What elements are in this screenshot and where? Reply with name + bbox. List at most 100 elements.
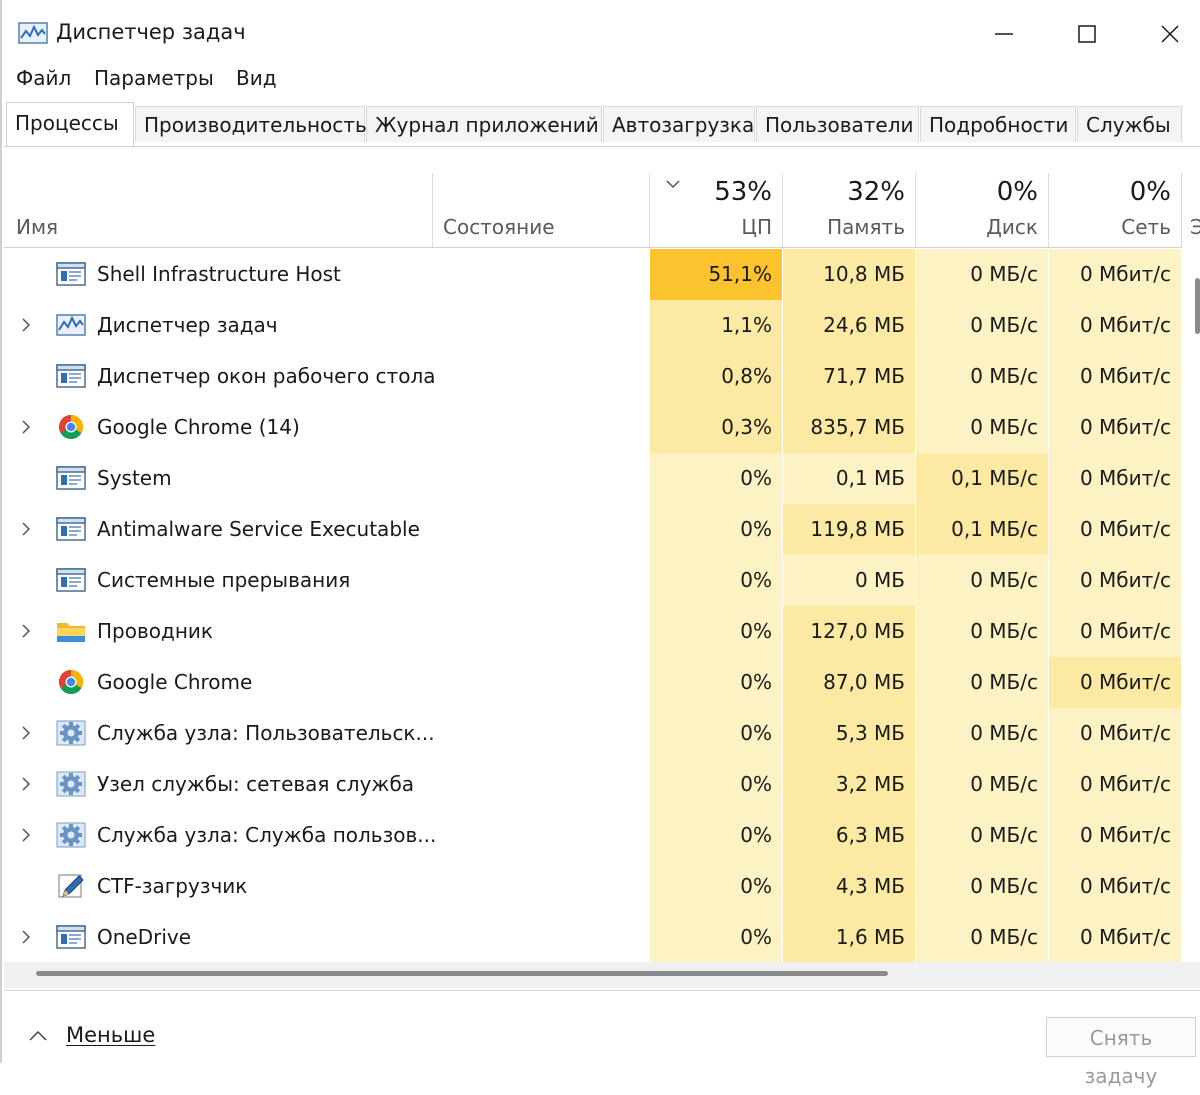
network-total: 0% [1129, 177, 1171, 207]
chevron-right-icon[interactable] [18, 724, 34, 742]
process-name: Диспетчер окон рабочего стола [97, 364, 436, 388]
cpu-cell: 0% [650, 810, 782, 861]
tab-services[interactable]: Службы [1077, 106, 1182, 142]
process-row[interactable]: Системные прерывания 0% 0 МБ 0 МБ/с 0 Мбит/с [4, 555, 1182, 606]
column-disk[interactable]: 0% Диск [916, 147, 1048, 247]
process-row[interactable]: Диспетчер задач 1,1% 24,6 МБ 0 МБ/с 0 Мбит/с [4, 300, 1182, 351]
column-name[interactable]: Имя [4, 147, 432, 247]
cpu-cell: 0,3% [650, 402, 782, 453]
process-row[interactable]: Служба узла: Пользовательск... 0% 5,3 МБ 0 … [4, 708, 1182, 759]
memory-cell: 6,3 МБ [783, 810, 915, 861]
cpu-cell: 0% [650, 555, 782, 606]
column-memory-label: Память [827, 215, 905, 239]
process-row[interactable]: Служба узла: Служба пользов... 0% 6,3 МБ 0 … [4, 810, 1182, 861]
window-app-icon [55, 362, 87, 390]
minimize-button[interactable] [982, 14, 1026, 54]
process-row[interactable]: Google Chrome 0% 87,0 МБ 0 МБ/с 0 Мбит/с [4, 657, 1182, 708]
process-row[interactable]: CTF-загрузчик 0% 4,3 МБ 0 МБ/с 0 Мбит/с [4, 861, 1182, 912]
maximize-button[interactable] [1065, 14, 1109, 54]
memory-cell: 835,7 МБ [783, 402, 915, 453]
memory-cell: 24,6 МБ [783, 300, 915, 351]
window-app-icon [55, 260, 87, 288]
pen-icon [55, 872, 87, 900]
menu-options[interactable]: Параметры [94, 66, 214, 90]
tab-users[interactable]: Пользователи [756, 106, 919, 142]
process-row[interactable]: Диспетчер окон рабочего стола 0,8% 71,7 МБ… [4, 351, 1182, 402]
chevron-right-icon[interactable] [18, 622, 34, 640]
menu-file[interactable]: Файл [16, 66, 71, 90]
column-status[interactable]: Состояние [433, 147, 649, 247]
network-cell: 0 Мбит/с [1049, 351, 1181, 402]
tab-app-history[interactable]: Журнал приложений [366, 106, 602, 142]
chrome-icon [55, 413, 87, 441]
cpu-cell: 51,1% [650, 249, 782, 300]
end-task-button[interactable]: Снять задачу [1046, 1017, 1196, 1088]
process-row[interactable]: Google Chrome (14) 0,3% 835,7 МБ 0 МБ/с 0 Мб… [4, 402, 1182, 453]
tab-details[interactable]: Подробности [920, 106, 1076, 142]
column-cpu[interactable]: 53% ЦП [650, 147, 782, 247]
network-cell: 0 Мбит/с [1049, 759, 1181, 810]
process-row[interactable]: Shell Infrastructure Host 51,1% 10,8 МБ 0 М… [4, 249, 1182, 300]
process-name: Проводник [97, 619, 213, 643]
column-network[interactable]: 0% Сеть [1049, 147, 1181, 247]
memory-cell: 0,1 МБ [783, 453, 915, 504]
memory-cell: 10,8 МБ [783, 249, 915, 300]
column-truncated[interactable]: Э [1182, 147, 1200, 247]
network-cell: 0 Мбит/с [1049, 912, 1181, 963]
window-app-icon [55, 515, 87, 543]
task-manager-icon [55, 311, 87, 339]
memory-cell: 4,3 МБ [783, 861, 915, 912]
cpu-cell: 0% [650, 759, 782, 810]
process-row[interactable]: Antimalware Service Executable 0% 119,8 МБ… [4, 504, 1182, 555]
network-cell: 0 Мбит/с [1049, 453, 1181, 504]
sort-descending-icon [666, 180, 680, 189]
cpu-cell: 0% [650, 861, 782, 912]
chevron-right-icon[interactable] [18, 928, 34, 946]
process-row[interactable]: Проводник 0% 127,0 МБ 0 МБ/с 0 Мбит/с [4, 606, 1182, 657]
process-name-cell: Google Chrome [4, 657, 649, 708]
vertical-scrollbar-thumb[interactable] [1195, 278, 1200, 334]
window-app-icon [55, 464, 87, 492]
network-cell: 0 Мбит/с [1049, 555, 1181, 606]
network-cell: 0 Мбит/с [1049, 810, 1181, 861]
memory-cell: 71,7 МБ [783, 351, 915, 402]
process-name-cell: Google Chrome (14) [4, 402, 649, 453]
disk-cell: 0,1 МБ/с [916, 504, 1048, 555]
cpu-cell: 1,1% [650, 300, 782, 351]
cpu-cell: 0% [650, 606, 782, 657]
chevron-right-icon[interactable] [18, 316, 34, 334]
network-cell: 0 Мбит/с [1049, 861, 1181, 912]
process-name: Диспетчер задач [97, 313, 278, 337]
menu-view[interactable]: Вид [236, 66, 277, 90]
process-name-cell: Диспетчер задач [4, 300, 649, 351]
header-divider [4, 247, 1182, 248]
memory-cell: 127,0 МБ [783, 606, 915, 657]
process-name-cell: System [4, 453, 649, 504]
process-row[interactable]: Узел службы: сетевая служба 0% 3,2 МБ 0 МБ/… [4, 759, 1182, 810]
chevron-right-icon[interactable] [18, 775, 34, 793]
tab-performance[interactable]: Производительность [135, 106, 367, 142]
column-status-label: Состояние [443, 215, 555, 239]
chevron-right-icon[interactable] [18, 520, 34, 538]
chevron-right-icon[interactable] [18, 826, 34, 844]
chevron-up-icon[interactable] [28, 1027, 48, 1046]
fewer-details-link[interactable]: Меньше [66, 1023, 155, 1047]
disk-cell: 0 МБ/с [916, 402, 1048, 453]
process-row[interactable]: System 0% 0,1 МБ 0,1 МБ/с 0 Мбит/с [4, 453, 1182, 504]
horizontal-scrollbar-thumb[interactable] [36, 971, 888, 976]
memory-cell: 119,8 МБ [783, 504, 915, 555]
disk-cell: 0 МБ/с [916, 555, 1048, 606]
disk-total: 0% [996, 177, 1038, 207]
network-cell: 0 Мбит/с [1049, 300, 1181, 351]
window-title: Диспетчер задач [56, 20, 246, 44]
memory-cell: 87,0 МБ [783, 657, 915, 708]
maximize-icon [1078, 25, 1096, 43]
process-row[interactable]: OneDrive 0% 1,6 МБ 0 МБ/с 0 Мбит/с [4, 912, 1182, 963]
tab-processes[interactable]: Процессы [6, 102, 134, 148]
tab-startup[interactable]: Автозагрузка [603, 106, 755, 142]
column-name-label: Имя [16, 215, 59, 239]
process-name-cell: CTF-загрузчик [4, 861, 649, 912]
chevron-right-icon[interactable] [18, 418, 34, 436]
column-memory[interactable]: 32% Память [783, 147, 915, 247]
close-button[interactable] [1148, 14, 1192, 54]
